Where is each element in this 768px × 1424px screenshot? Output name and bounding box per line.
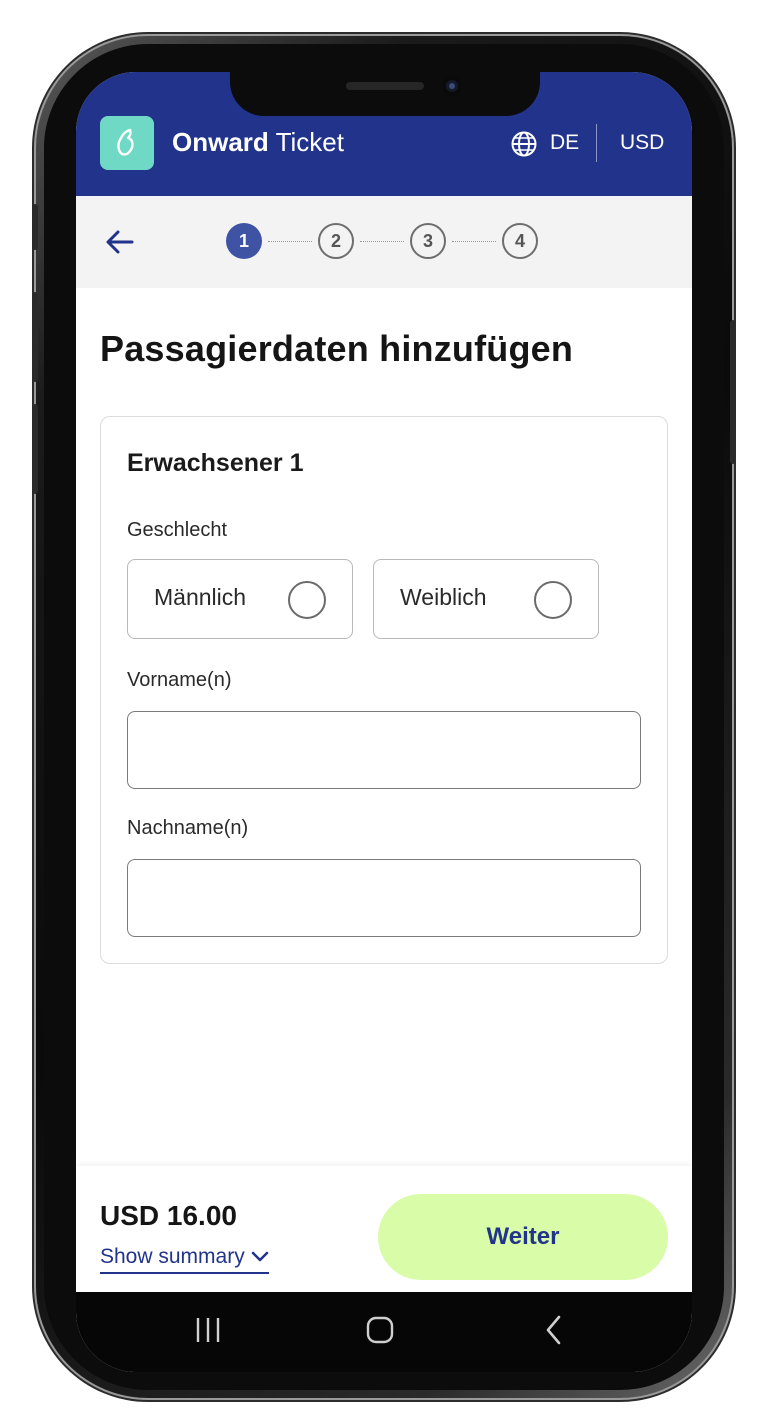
step-2: 2 — [318, 223, 354, 259]
currency-selector[interactable]: USD — [620, 128, 664, 158]
brand-name-regular: Ticket — [275, 127, 344, 157]
step-connector — [452, 241, 496, 242]
radio-button[interactable] — [288, 581, 326, 619]
onward-logo-icon[interactable] — [100, 116, 154, 170]
gender-option-female[interactable]: Weiblich — [373, 559, 599, 639]
page-title: Passagierdaten hinzufügen — [100, 328, 574, 369]
recent-apps-icon[interactable] — [194, 1312, 222, 1348]
header-divider — [596, 124, 597, 162]
last-name-input[interactable] — [127, 859, 641, 937]
phone-notch — [230, 70, 540, 116]
chevron-down-icon — [251, 1252, 268, 1262]
radio-button[interactable] — [534, 581, 572, 619]
step-connector — [360, 241, 404, 242]
passenger-title: Erwachsener 1 — [127, 449, 304, 477]
globe-icon[interactable] — [510, 130, 538, 158]
show-summary-label: Show summary — [100, 1245, 245, 1268]
front-camera — [442, 76, 462, 96]
progress-stepper: 1 2 3 4 — [76, 196, 692, 288]
language-selector[interactable]: DE — [550, 128, 579, 158]
arrow-left-icon[interactable] — [104, 226, 136, 258]
gender-option-male[interactable]: Männlich — [127, 559, 353, 639]
phone-screen: Onward Ticket DE USD 1 2 3 4 Passagierda… — [76, 72, 692, 1372]
next-button[interactable]: Weiter — [378, 1194, 668, 1280]
last-name-label: Nachname(n) — [127, 817, 249, 839]
back-icon[interactable] — [542, 1312, 566, 1348]
side-button-lower — [32, 404, 38, 494]
gender-option-label: Männlich — [154, 584, 247, 610]
passenger-card: Erwachsener 1 Geschlecht Männlich Weibli… — [100, 416, 668, 964]
brand-name-bold: Onward — [172, 127, 269, 157]
step-connector — [268, 241, 312, 242]
total-price: USD 16.00 — [100, 1200, 237, 1231]
home-icon[interactable] — [365, 1312, 395, 1348]
checkout-bar: USD 16.00 Show summary Weiter — [76, 1166, 692, 1292]
power-button — [730, 320, 736, 464]
first-name-input[interactable] — [127, 711, 641, 789]
gender-option-label: Weiblich — [400, 584, 487, 610]
volume-down-button — [32, 292, 38, 382]
step-3: 3 — [410, 223, 446, 259]
brand-name: Onward Ticket — [172, 122, 344, 162]
step-1: 1 — [226, 223, 262, 259]
first-name-label: Vorname(n) — [127, 669, 232, 691]
volume-up-button — [32, 204, 38, 250]
earpiece-speaker — [346, 82, 424, 90]
system-nav-bar — [76, 1292, 692, 1372]
gender-label: Geschlecht — [127, 519, 228, 541]
step-4: 4 — [502, 223, 538, 259]
show-summary-link[interactable]: Show summary — [100, 1244, 269, 1274]
